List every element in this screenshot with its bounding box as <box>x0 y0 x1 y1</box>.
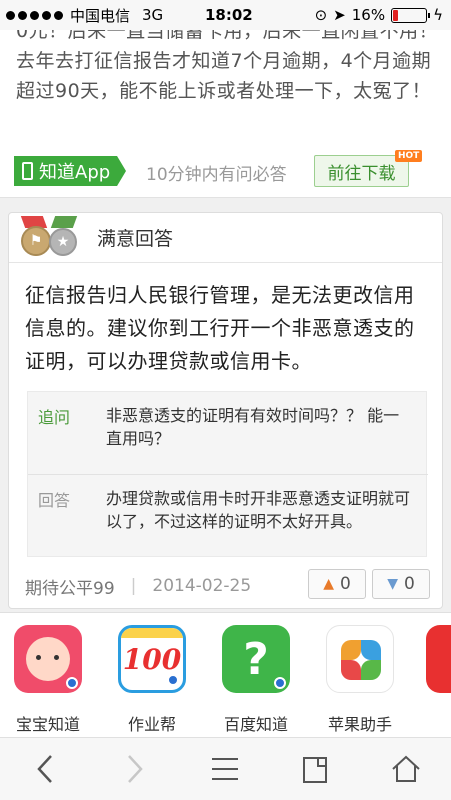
card-title: 满意回答 <box>97 228 174 250</box>
upvote-button[interactable]: ▲ 0 <box>308 569 366 599</box>
followup-question: 追问 非恶意透支的证明有有效时间吗？？ 能一直用吗？ <box>28 404 428 450</box>
menu-icon[interactable] <box>195 744 255 794</box>
tabs-icon[interactable] <box>286 744 346 794</box>
followup-reply-tag: 回答 <box>38 491 71 510</box>
question-text: 0元！后来一直当储蓄卡用，后来一直闲置不用！去年去打征信报告才知道7个月逾期，4… <box>16 30 439 102</box>
rotation-lock-icon: ⊙ <box>314 6 328 24</box>
network-type: 3G <box>142 6 164 24</box>
app-recommendation-shelf: 宝宝知道 100 作业帮 ? 百度知道 苹果助手 今 <box>0 612 451 738</box>
app-label: 作业帮 <box>127 715 176 734</box>
question-mark-icon: ? <box>222 625 290 693</box>
downvote-count: 0 <box>403 574 415 594</box>
answer-body: 征信报告归人民银行管理，是无法更改信用信息的。建议你到工行开一个非恶意透支的证明… <box>25 283 415 373</box>
homework-100-icon: 100 <box>118 625 186 693</box>
charging-icon: ϟ <box>433 6 443 24</box>
app-label: 苹果助手 <box>327 715 392 734</box>
carrier-name: 中国电信 <box>70 6 131 25</box>
app-partial[interactable]: 今 <box>420 625 451 735</box>
signal-strength-icon <box>6 10 63 20</box>
medal-icon: ⚑ ★ <box>19 215 83 260</box>
app-baidu-zhidao[interactable]: ? 百度知道 <box>216 625 296 735</box>
red-app-icon <box>426 625 451 693</box>
status-bar: 中国电信 3G 18:02 ⊙ ➤ 16% ϟ <box>0 0 451 30</box>
app-label: 今 <box>420 711 451 735</box>
clock: 18:02 <box>205 6 253 24</box>
app-label: 宝宝知道 <box>15 715 80 734</box>
app-zuoyebang[interactable]: 100 作业帮 <box>112 625 192 735</box>
answer-date: 2014-02-25 <box>152 576 252 596</box>
upvote-count: 0 <box>339 574 351 594</box>
followup-answer: 回答 办理贷款或信用卡时开非恶意透支证明就可以了，不过这样的证明不太好开具。 <box>28 474 428 558</box>
app-label: 百度知道 <box>223 715 288 734</box>
followup-box: 追问 非恶意透支的证明有有效时间吗？？ 能一直用吗？ 回答 办理贷款或信用卡时开… <box>27 391 428 558</box>
phone-icon <box>22 162 33 180</box>
home-icon[interactable] <box>376 744 436 794</box>
question-text-area: 0元！后来一直当储蓄卡用，后来一直闲置不用！去年去打征信报告才知道7个月逾期，4… <box>0 30 451 150</box>
forward-icon[interactable] <box>105 744 165 794</box>
pinwheel-icon <box>326 625 394 693</box>
answer-footer: 期待公平99 | 2014-02-25 ▲ 0 ▼ 0 <box>9 564 442 608</box>
thumbs-down-icon: ▼ <box>387 576 398 592</box>
followup-text: 非恶意透支的证明有有效时间吗？？ 能一直用吗？ <box>106 406 400 448</box>
thumbs-up-icon: ▲ <box>323 576 334 592</box>
answer-author[interactable]: 期待公平99 <box>25 574 115 599</box>
baby-face-icon <box>14 625 82 693</box>
battery-percent: 16% <box>351 6 386 24</box>
footer-separator: | <box>130 576 137 596</box>
followup-tag: 追问 <box>38 408 71 427</box>
followup-reply-text: 办理贷款或信用卡时开非恶意透支证明就可以了，不过这样的证明不太好开具。 <box>106 489 411 531</box>
location-arrow-icon: ➤ <box>333 6 346 24</box>
best-answer-card: ⚑ ★ 满意回答 征信报告归人民银行管理，是无法更改信用信息的。建议你到工行开一个… <box>8 212 443 609</box>
browser-toolbar <box>0 738 451 800</box>
downvote-button[interactable]: ▼ 0 <box>372 569 430 599</box>
app-baobao-zhidao[interactable]: 宝宝知道 <box>8 625 88 735</box>
app-promo-bar: 知道App 10分钟内有问必答 前往下载 HOT <box>0 150 451 198</box>
zhidao-app-badge[interactable]: 知道App <box>14 156 126 186</box>
promo-tagline: 10分钟内有问必答 <box>146 165 287 185</box>
hot-badge: HOT <box>395 150 423 162</box>
card-header: ⚑ ★ 满意回答 <box>9 213 442 263</box>
battery-icon <box>391 7 431 23</box>
app-pingguo-zhushou[interactable]: 苹果助手 <box>320 625 400 735</box>
app-badge-label: 知道App <box>39 162 111 183</box>
back-icon[interactable] <box>15 744 75 794</box>
